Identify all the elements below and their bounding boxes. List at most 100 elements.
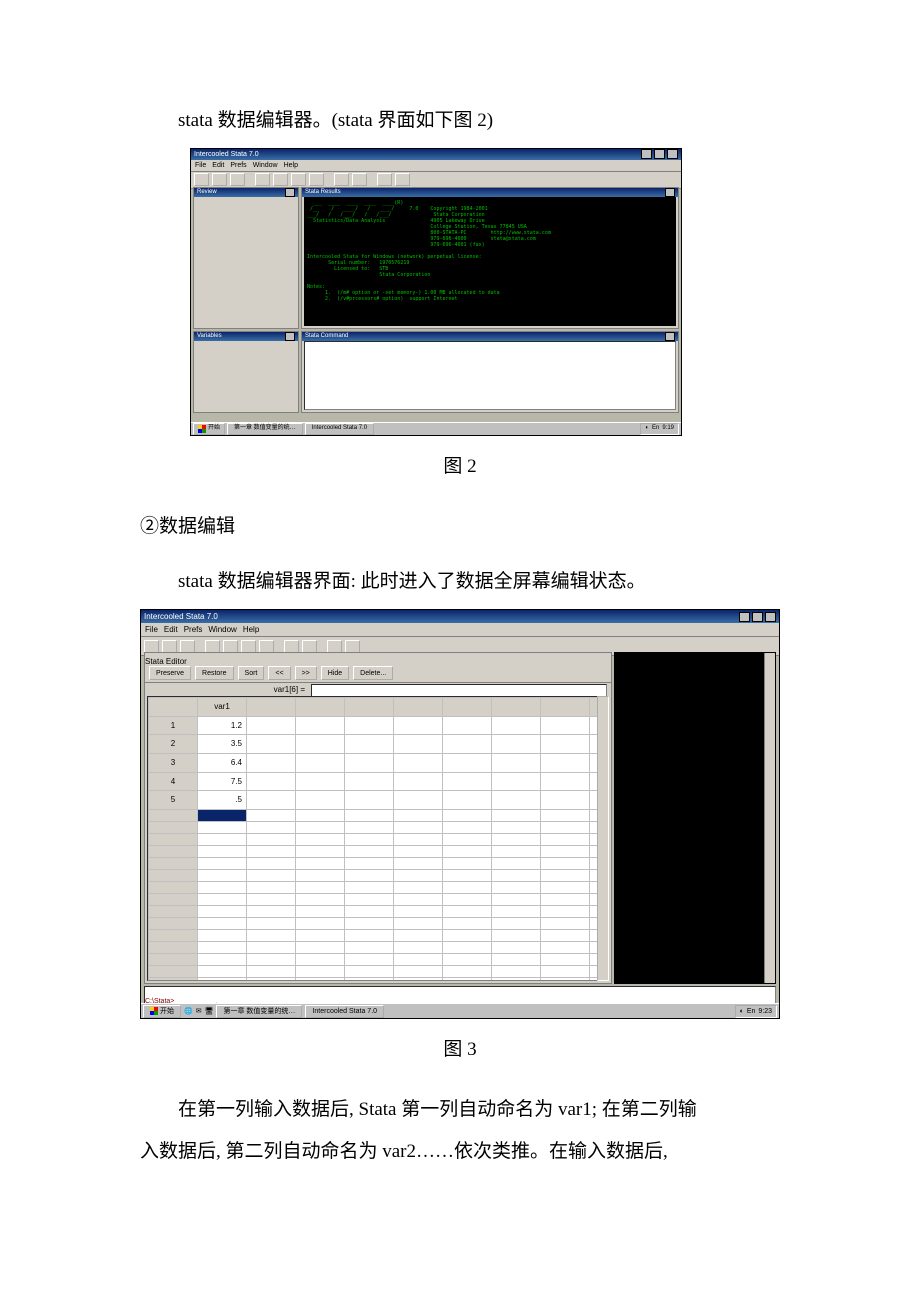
data-cell[interactable] — [492, 929, 541, 941]
sort-button[interactable]: Sort — [238, 666, 265, 680]
data-cell[interactable] — [394, 772, 443, 791]
data-cell[interactable] — [345, 821, 394, 833]
data-cell[interactable] — [296, 791, 345, 810]
tool-break-icon[interactable] — [377, 173, 392, 186]
row-header[interactable]: 5 — [149, 791, 198, 810]
tool-browse-icon[interactable] — [302, 640, 317, 653]
row-header[interactable] — [149, 941, 198, 953]
hide-button[interactable]: Hide — [321, 666, 349, 680]
data-cell[interactable] — [394, 893, 443, 905]
data-cell[interactable] — [541, 845, 590, 857]
close-icon[interactable] — [765, 612, 776, 622]
data-cell[interactable] — [492, 772, 541, 791]
column-header-empty[interactable] — [247, 698, 296, 717]
data-cell[interactable] — [443, 869, 492, 881]
data-cell[interactable] — [345, 735, 394, 754]
data-cell[interactable] — [443, 735, 492, 754]
tool-log-icon[interactable] — [255, 173, 270, 186]
data-cell[interactable] — [443, 845, 492, 857]
data-cell[interactable] — [296, 753, 345, 772]
menu-help[interactable]: Help — [243, 621, 259, 639]
tool-print-icon[interactable] — [180, 640, 195, 653]
tool-do-icon[interactable] — [259, 640, 274, 653]
data-cell[interactable] — [247, 953, 296, 965]
data-cell[interactable] — [247, 917, 296, 929]
taskbar-item-stata[interactable]: Intercooled Stata 7.0 — [305, 1005, 384, 1018]
data-cell[interactable] — [492, 753, 541, 772]
data-cell[interactable] — [443, 953, 492, 965]
row-header[interactable] — [149, 917, 198, 929]
data-cell[interactable] — [394, 809, 443, 821]
data-cell[interactable] — [443, 857, 492, 869]
data-cell[interactable] — [296, 821, 345, 833]
data-cell[interactable] — [247, 893, 296, 905]
data-cell[interactable] — [492, 953, 541, 965]
data-cell[interactable] — [541, 735, 590, 754]
data-cell[interactable] — [296, 735, 345, 754]
data-cell[interactable] — [247, 881, 296, 893]
delete-button[interactable]: Delete... — [353, 666, 393, 680]
data-cell[interactable] — [198, 977, 247, 981]
data-cell[interactable] — [345, 929, 394, 941]
data-cell[interactable] — [443, 791, 492, 810]
data-cell[interactable] — [345, 905, 394, 917]
data-cell[interactable] — [345, 809, 394, 821]
data-cell[interactable]: .5 — [198, 791, 247, 810]
row-header[interactable] — [149, 881, 198, 893]
menu-edit[interactable]: Edit — [212, 158, 224, 173]
data-cell[interactable] — [296, 857, 345, 869]
tool-viewer-icon[interactable] — [273, 173, 288, 186]
data-cell[interactable] — [492, 965, 541, 977]
restore-button[interactable]: Restore — [195, 666, 234, 680]
data-cell[interactable] — [296, 716, 345, 735]
data-cell[interactable] — [198, 953, 247, 965]
data-cell[interactable] — [492, 941, 541, 953]
menu-file[interactable]: File — [145, 621, 158, 639]
data-cell[interactable] — [198, 929, 247, 941]
tool-log-icon[interactable] — [205, 640, 220, 653]
menubar[interactable]: File Edit Prefs Window Help — [191, 160, 681, 172]
data-cell[interactable] — [492, 857, 541, 869]
cell-value-input[interactable] — [311, 684, 607, 697]
data-cell[interactable] — [296, 772, 345, 791]
close-icon[interactable] — [667, 149, 678, 159]
data-cell[interactable] — [541, 881, 590, 893]
active-cell[interactable] — [198, 809, 247, 821]
command-input[interactable] — [304, 341, 676, 410]
data-cell[interactable] — [492, 893, 541, 905]
tool-save-icon[interactable] — [162, 640, 177, 653]
data-cell[interactable] — [541, 953, 590, 965]
column-header-empty[interactable] — [492, 698, 541, 717]
row-header[interactable]: 3 — [149, 753, 198, 772]
data-cell[interactable] — [492, 869, 541, 881]
column-header-empty[interactable] — [296, 698, 345, 717]
data-cell[interactable] — [345, 857, 394, 869]
data-cell[interactable] — [296, 917, 345, 929]
taskbar-item-word[interactable]: 第一章 数值变量的统… — [227, 423, 303, 435]
data-cell[interactable] — [492, 977, 541, 981]
menu-help[interactable]: Help — [284, 158, 298, 173]
close-icon[interactable] — [285, 188, 295, 197]
preserve-button[interactable]: Preserve — [149, 666, 191, 680]
data-cell[interactable] — [541, 772, 590, 791]
data-cell[interactable] — [345, 881, 394, 893]
data-cell[interactable] — [394, 845, 443, 857]
data-cell[interactable] — [541, 929, 590, 941]
column-header-var1[interactable]: var1 — [198, 698, 247, 717]
menubar[interactable]: File Edit Prefs Window Help — [141, 623, 779, 637]
data-cell[interactable] — [394, 833, 443, 845]
data-cell[interactable]: 7.5 — [198, 772, 247, 791]
row-header[interactable]: 2 — [149, 735, 198, 754]
data-cell[interactable] — [443, 772, 492, 791]
data-cell[interactable] — [296, 893, 345, 905]
column-header-empty[interactable] — [541, 698, 590, 717]
quicklaunch-icon[interactable]: 🖥 — [205, 1004, 214, 1019]
row-header[interactable] — [149, 905, 198, 917]
menu-file[interactable]: File — [195, 158, 206, 173]
data-cell[interactable] — [247, 772, 296, 791]
data-cell[interactable] — [394, 953, 443, 965]
row-header[interactable] — [149, 809, 198, 821]
data-cell[interactable] — [296, 905, 345, 917]
minimize-icon[interactable] — [641, 149, 652, 159]
data-cell[interactable] — [198, 881, 247, 893]
